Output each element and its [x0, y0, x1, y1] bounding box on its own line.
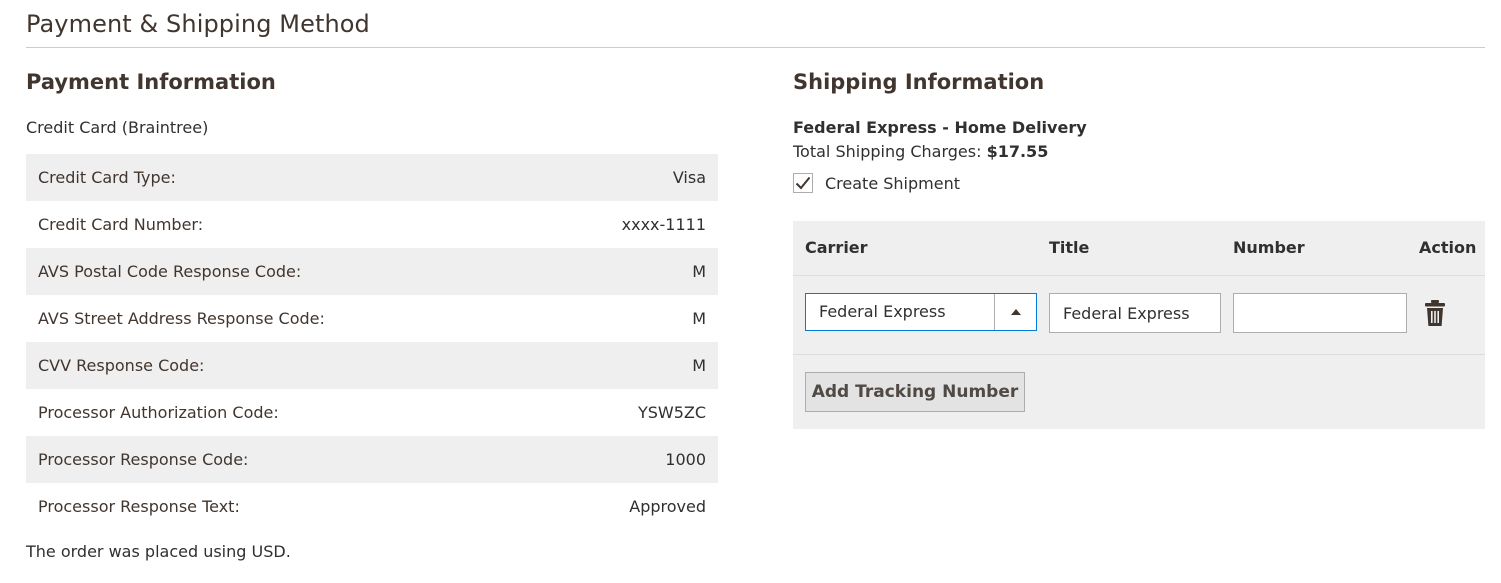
shipping-heading: Shipping Information	[793, 70, 1045, 94]
payment-detail-value: M	[692, 356, 706, 375]
create-shipment-option[interactable]: Create Shipment	[793, 173, 960, 193]
payment-detail-row: AVS Street Address Response Code: M	[26, 295, 718, 342]
payment-detail-value: 1000	[665, 450, 706, 469]
shipping-charges-label: Total Shipping Charges:	[793, 142, 982, 161]
payment-detail-row: Processor Authorization Code: YSW5ZC	[26, 389, 718, 436]
tracking-table-header: Carrier Title Number Action	[793, 221, 1485, 276]
payment-detail-value: Approved	[629, 497, 706, 516]
payment-detail-row: CVV Response Code: M	[26, 342, 718, 389]
payment-detail-label: Processor Response Text:	[38, 497, 240, 516]
triangle-up-icon	[1010, 309, 1021, 315]
shipping-charges: Total Shipping Charges: $17.55	[793, 142, 1048, 161]
payment-detail-value: M	[692, 309, 706, 328]
shipping-charges-value: $17.55	[986, 142, 1049, 161]
payment-detail-row: Credit Card Type: Visa	[26, 154, 718, 201]
order-currency-note: The order was placed using USD.	[26, 542, 291, 561]
trash-icon[interactable]	[1423, 299, 1447, 327]
col-header-title: Title	[1049, 238, 1090, 257]
payment-heading: Payment Information	[26, 70, 276, 94]
section-divider	[26, 47, 1485, 48]
payment-details-table: Credit Card Type: Visa Credit Card Number:…	[26, 154, 718, 530]
create-shipment-checkbox[interactable]	[793, 173, 813, 193]
tracking-row: Federal Express	[793, 277, 1485, 355]
create-shipment-label: Create Shipment	[825, 173, 960, 193]
payment-detail-label: AVS Street Address Response Code:	[38, 309, 325, 328]
col-header-action: Action	[1419, 238, 1477, 257]
payment-detail-value: M	[692, 262, 706, 281]
payment-detail-value: YSW5ZC	[637, 403, 706, 422]
shipping-method-name: Federal Express - Home Delivery	[793, 118, 1087, 137]
tracking-title-input[interactable]	[1049, 293, 1221, 333]
payment-detail-label: CVV Response Code:	[38, 356, 205, 375]
payment-detail-value: xxxx-1111	[621, 215, 706, 234]
add-tracking-number-button[interactable]: Add Tracking Number	[805, 372, 1025, 412]
payment-method-name: Credit Card (Braintree)	[26, 118, 209, 137]
tracking-number-input[interactable]	[1233, 293, 1407, 333]
tracking-panel: Carrier Title Number Action Federal Expr…	[793, 221, 1485, 429]
col-header-carrier: Carrier	[805, 238, 868, 257]
payment-detail-label: Credit Card Type:	[38, 168, 176, 187]
col-header-number: Number	[1233, 238, 1305, 257]
payment-detail-label: AVS Postal Code Response Code:	[38, 262, 302, 281]
payment-detail-label: Processor Authorization Code:	[38, 403, 279, 422]
carrier-select-toggle[interactable]	[994, 294, 1036, 330]
payment-detail-label: Credit Card Number:	[38, 215, 204, 234]
payment-detail-row: Credit Card Number: xxxx-1111	[26, 201, 718, 248]
payment-detail-row: AVS Postal Code Response Code: M	[26, 248, 718, 295]
payment-detail-row: Processor Response Code: 1000	[26, 436, 718, 483]
carrier-select[interactable]: Federal Express	[805, 293, 1037, 331]
checkmark-icon	[795, 176, 811, 190]
payment-detail-label: Processor Response Code:	[38, 450, 249, 469]
payment-detail-row: Processor Response Text: Approved	[26, 483, 718, 530]
carrier-select-value: Federal Express	[819, 302, 946, 321]
section-title: Payment & Shipping Method	[26, 10, 370, 38]
payment-detail-value: Visa	[672, 168, 706, 187]
